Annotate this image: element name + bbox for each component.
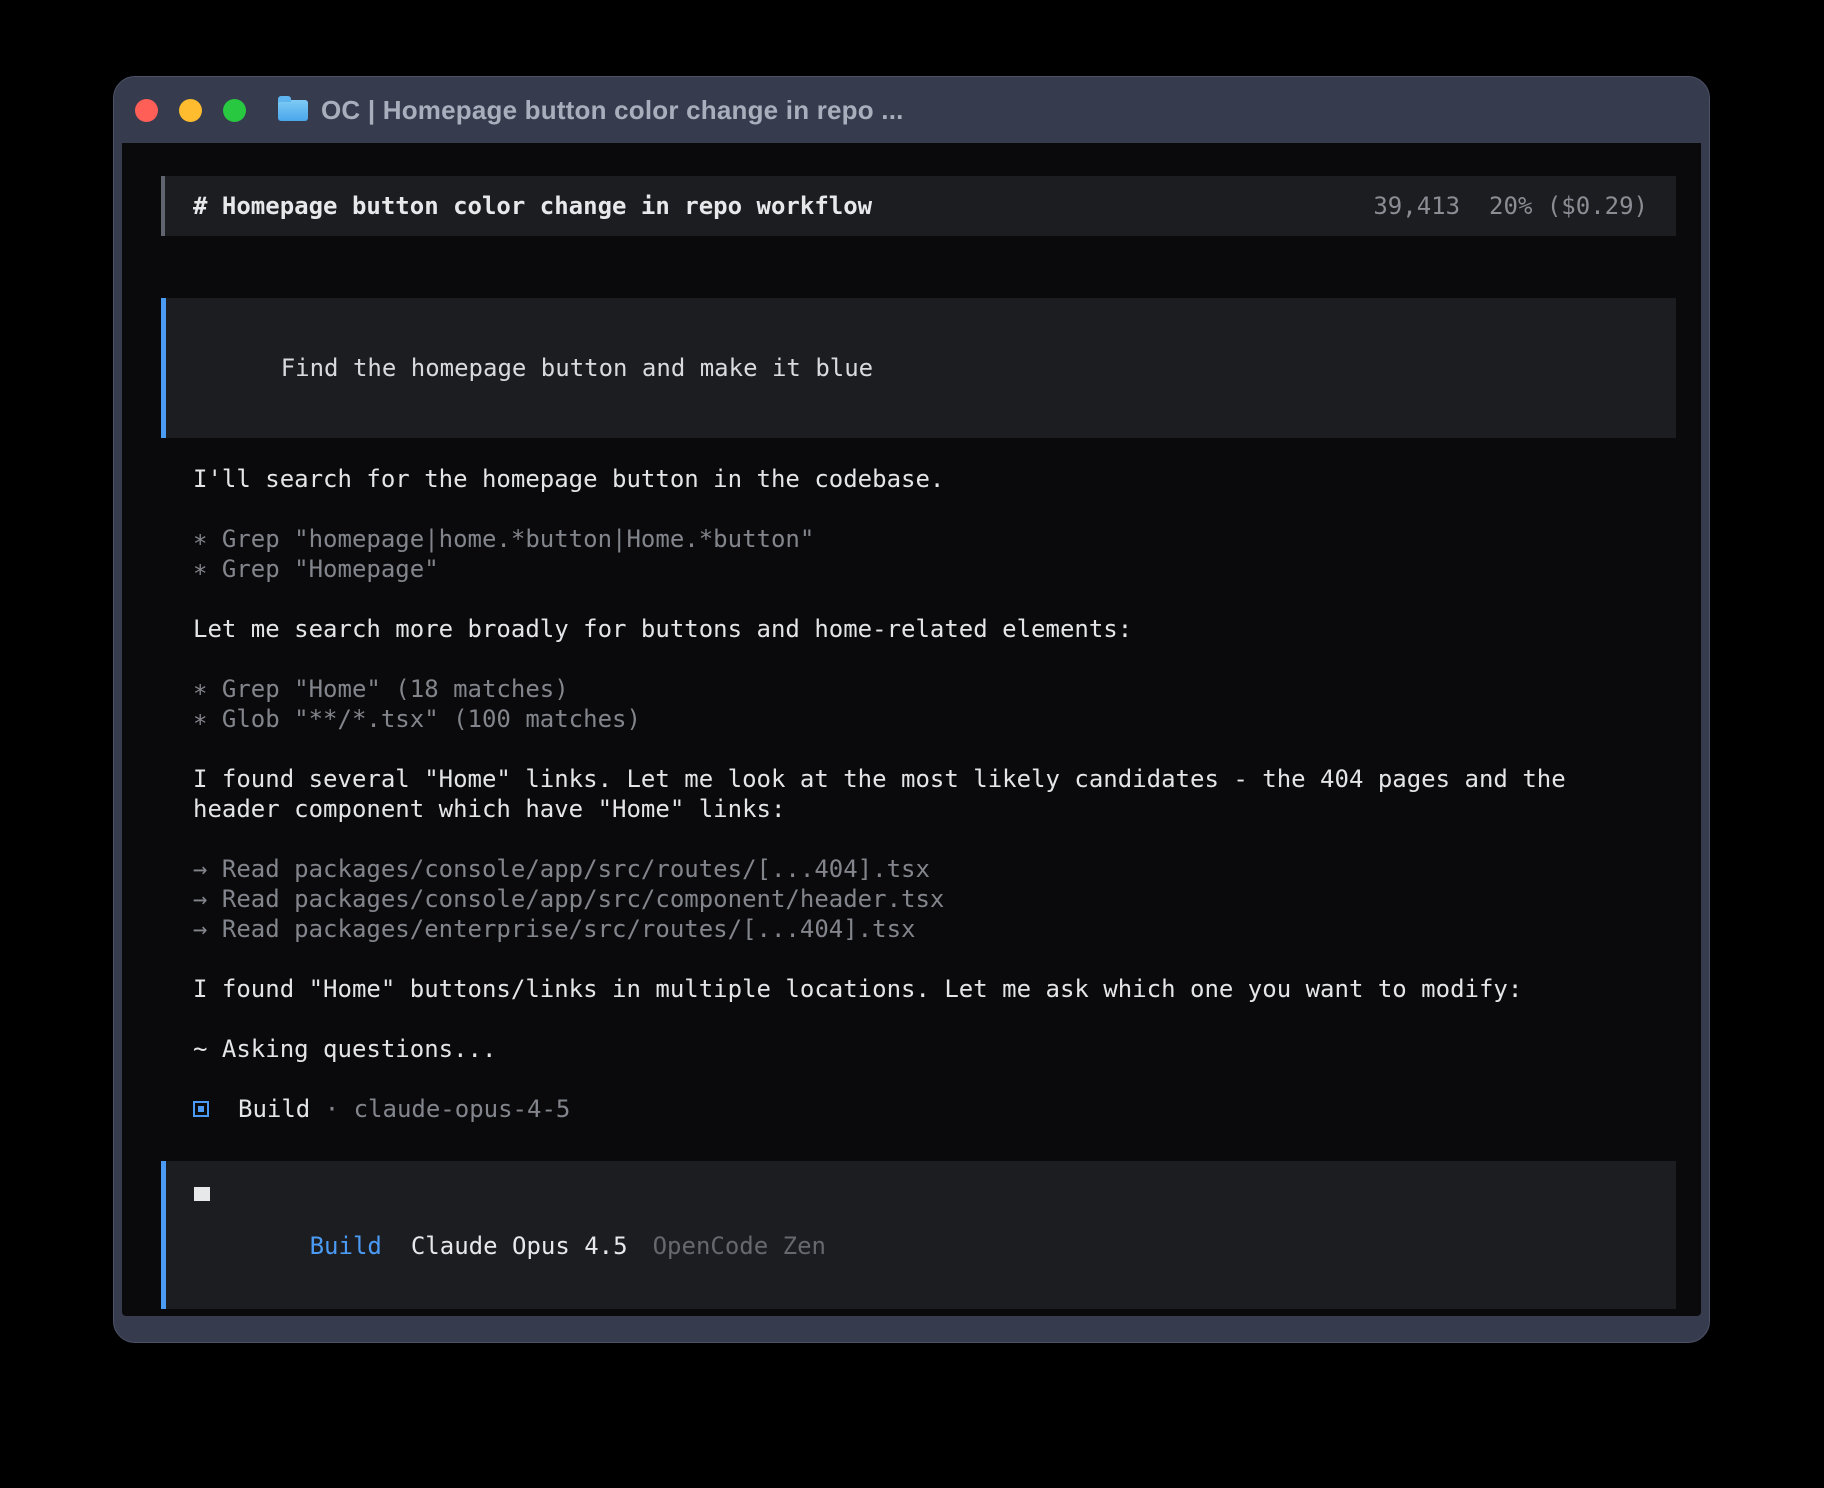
agent-status-line: Build · claude-opus-4-5 — [193, 1094, 1676, 1124]
status-separator: · — [310, 1094, 353, 1124]
model-row: Build Claude Opus 4.5 OpenCode Zen — [194, 1201, 1648, 1291]
assistant-text: ~ Asking questions... — [193, 1034, 1676, 1064]
tool-call-group: ∗ Grep "homepage|home.*button|Home.*butt… — [193, 524, 1676, 584]
assistant-text-line: header component which have "Home" links… — [193, 794, 1676, 824]
assistant-transcript: I'll search for the homepage button in t… — [193, 464, 1676, 1064]
context-cost: 20% ($0.29) — [1489, 191, 1648, 221]
user-message: Find the homepage button and make it blu… — [161, 298, 1676, 438]
agent-box-icon — [193, 1101, 209, 1117]
folder-icon — [278, 100, 308, 121]
agent-name: Build — [238, 1094, 310, 1124]
close-button[interactable] — [135, 99, 158, 122]
session-stats: 39,413 20% ($0.29) — [1373, 191, 1648, 221]
tool-call-line: → Read packages/console/app/src/routes/[… — [193, 854, 1676, 884]
tool-call-group: → Read packages/console/app/src/routes/[… — [193, 854, 1676, 944]
tool-call-line: → Read packages/console/app/src/componen… — [193, 884, 1676, 914]
zoom-button[interactable] — [223, 99, 246, 122]
terminal-content[interactable]: # Homepage button color change in repo w… — [122, 143, 1701, 1316]
tool-call-group: ∗ Grep "Home" (18 matches)∗ Glob "**/*.t… — [193, 674, 1676, 734]
assistant-text-line: I found several "Home" links. Let me loo… — [193, 764, 1676, 794]
assistant-text: I'll search for the homepage button in t… — [193, 464, 1676, 494]
tool-call-line: ∗ Grep "Homepage" — [193, 554, 1676, 584]
assistant-text: I found several "Home" links. Let me loo… — [193, 764, 1676, 824]
input-model-label: Claude Opus 4.5 — [411, 1232, 628, 1260]
tool-call-line: → Read packages/enterprise/src/routes/[.… — [193, 914, 1676, 944]
minimize-button[interactable] — [179, 99, 202, 122]
input-provider-label: OpenCode Zen — [653, 1232, 826, 1260]
session-header: # Homepage button color change in repo w… — [161, 176, 1676, 236]
tool-call-line: ∗ Grep "homepage|home.*button|Home.*butt… — [193, 524, 1676, 554]
tool-call-line: ∗ Glob "**/*.tsx" (100 matches) — [193, 704, 1676, 734]
model-id: claude-opus-4-5 — [354, 1094, 571, 1124]
assistant-text-line: ~ Asking questions... — [193, 1034, 1676, 1064]
assistant-text-line: I'll search for the homepage button in t… — [193, 464, 1676, 494]
prompt-input[interactable]: Build Claude Opus 4.5 OpenCode Zen — [161, 1161, 1676, 1309]
token-count: 39,413 — [1373, 191, 1460, 221]
esc-shortcut: esc interrupt — [304, 1298, 607, 1317]
title-bar[interactable]: OC | Homepage button color change in rep… — [122, 77, 1701, 143]
tool-call-line: ∗ Grep "Home" (18 matches) — [193, 674, 1676, 704]
assistant-text-line: Let me search more broadly for buttons a… — [193, 614, 1676, 644]
text-cursor — [194, 1187, 210, 1201]
assistant-text: Let me search more broadly for buttons a… — [193, 614, 1676, 644]
status-bar: esc interrupt ctrl+t variantstab agentsc… — [161, 1309, 1676, 1316]
user-message-text: Find the homepage button and make it blu… — [281, 354, 873, 382]
terminal-window: OC | Homepage button color change in rep… — [113, 76, 1710, 1343]
assistant-text-line: I found "Home" buttons/links in multiple… — [193, 974, 1676, 1004]
input-agent-label: Build — [310, 1232, 382, 1260]
session-title: # Homepage button color change in repo w… — [193, 191, 872, 221]
window-title: OC | Homepage button color change in rep… — [321, 95, 904, 126]
assistant-text: I found "Home" buttons/links in multiple… — [193, 974, 1676, 1004]
